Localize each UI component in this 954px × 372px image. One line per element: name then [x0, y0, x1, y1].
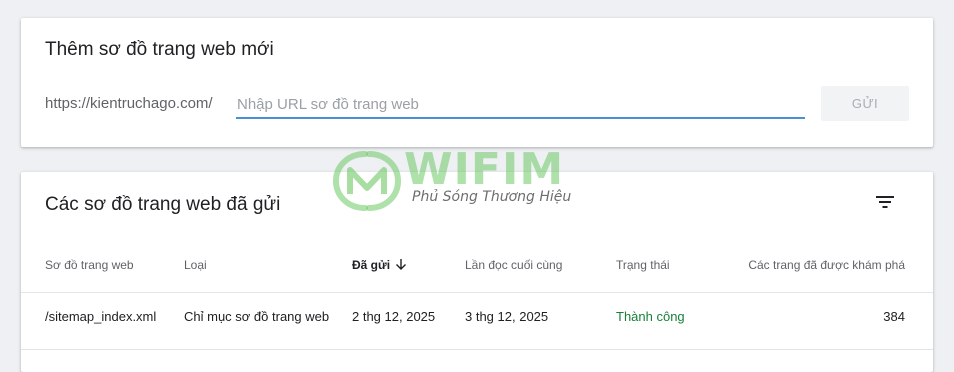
- submitted-sitemaps-title: Các sơ đồ trang web đã gửi: [45, 194, 281, 215]
- url-prefix: https://kientruchago.com/: [45, 95, 213, 112]
- add-sitemap-card: Thêm sơ đồ trang web mới https://kientru…: [21, 18, 933, 147]
- column-header-submitted-label: Đã gửi: [352, 258, 391, 272]
- column-header-last-read[interactable]: Lần đọc cuối cùng: [465, 258, 562, 272]
- column-header-type[interactable]: Loại: [184, 258, 207, 272]
- column-header-sitemap[interactable]: Sơ đồ trang web: [45, 258, 134, 272]
- row-divider: [21, 349, 933, 350]
- cell-sitemap: /sitemap_index.xml: [45, 309, 157, 324]
- cell-last-read: 3 thg 12, 2025: [465, 309, 549, 324]
- cell-type: Chỉ mục sơ đồ trang web: [184, 309, 330, 324]
- column-header-discovered-pages[interactable]: Các trang đã được khám phá: [748, 258, 905, 272]
- column-header-status[interactable]: Trạng thái: [616, 258, 670, 272]
- submitted-sitemaps-card: Các sơ đồ trang web đã gửi Sơ đồ trang w…: [21, 172, 933, 372]
- cell-submitted: 2 thg 12, 2025: [352, 309, 436, 324]
- filter-icon[interactable]: [874, 193, 896, 211]
- submit-button[interactable]: GỬI: [821, 86, 909, 121]
- add-sitemap-title: Thêm sơ đồ trang web mới: [45, 39, 274, 60]
- cell-discovered-pages: 384: [883, 309, 905, 324]
- column-header-submitted[interactable]: Đã gửi: [352, 258, 407, 272]
- cell-status: Thành công: [616, 309, 685, 324]
- header-divider: [21, 292, 933, 293]
- sitemap-url-input[interactable]: [236, 91, 805, 119]
- arrow-down-icon: [396, 258, 407, 270]
